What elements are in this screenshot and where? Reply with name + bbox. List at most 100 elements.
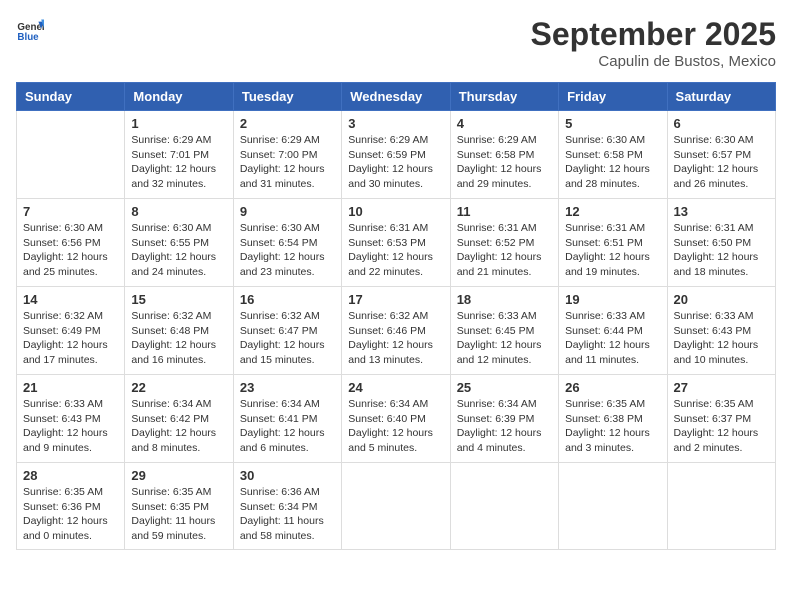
day-number: 6	[674, 116, 769, 131]
day-info: Sunrise: 6:33 AM Sunset: 6:43 PM Dayligh…	[23, 397, 118, 456]
day-info: Sunrise: 6:32 AM Sunset: 6:47 PM Dayligh…	[240, 309, 335, 368]
calendar-cell: 11Sunrise: 6:31 AM Sunset: 6:52 PM Dayli…	[450, 199, 558, 287]
calendar-cell: 26 Sunrise: 6:35 AM Sunset: 6:38 PM Dayli…	[559, 375, 667, 463]
day-info: Sunrise: 6:34 AM Sunset: 6:42 PM Dayligh…	[131, 397, 226, 456]
calendar-week-row: 7Sunrise: 6:30 AM Sunset: 6:56 PM Daylig…	[17, 199, 776, 287]
day-number: 11	[457, 204, 552, 219]
day-number: 30	[240, 468, 335, 483]
calendar-cell: 18Sunrise: 6:33 AM Sunset: 6:45 PM Dayli…	[450, 287, 558, 375]
day-number: 17	[348, 292, 443, 307]
day-number: 23	[240, 380, 335, 395]
col-thursday: Thursday	[450, 83, 558, 111]
calendar-cell: 17Sunrise: 6:32 AM Sunset: 6:46 PM Dayli…	[342, 287, 450, 375]
day-info: Sunrise: 6:30 AM Sunset: 6:55 PM Dayligh…	[131, 221, 226, 280]
calendar-cell: 22 Sunrise: 6:34 AM Sunset: 6:42 PM Dayli…	[125, 375, 233, 463]
page-title: September 2025	[531, 16, 776, 53]
day-info: Sunrise: 6:33 AM Sunset: 6:43 PM Dayligh…	[674, 309, 769, 368]
day-number: 25	[457, 380, 552, 395]
calendar-cell	[17, 111, 125, 199]
calendar-cell: 8 Sunrise: 6:30 AM Sunset: 6:55 PM Daylig…	[125, 199, 233, 287]
calendar-cell: 29 Sunrise: 6:35 AM Sunset: 6:35 PM Dayli…	[125, 463, 233, 550]
svg-text:Blue: Blue	[17, 32, 39, 43]
day-number: 10	[348, 204, 443, 219]
day-info: Sunrise: 6:34 AM Sunset: 6:39 PM Dayligh…	[457, 397, 552, 456]
day-number: 18	[457, 292, 552, 307]
calendar-cell: 7Sunrise: 6:30 AM Sunset: 6:56 PM Daylig…	[17, 199, 125, 287]
day-number: 19	[565, 292, 660, 307]
calendar-cell: 21 Sunrise: 6:33 AM Sunset: 6:43 PM Dayli…	[17, 375, 125, 463]
day-number: 3	[348, 116, 443, 131]
page-subtitle: Capulin de Bustos, Mexico	[531, 53, 776, 70]
calendar-week-row: 28 Sunrise: 6:35 AM Sunset: 6:36 PM Dayli…	[17, 463, 776, 550]
day-info: Sunrise: 6:29 AM Sunset: 7:00 PM Dayligh…	[240, 133, 335, 192]
day-info: Sunrise: 6:30 AM Sunset: 6:58 PM Dayligh…	[565, 133, 660, 192]
day-info: Sunrise: 6:36 AM Sunset: 6:34 PM Dayligh…	[240, 485, 335, 544]
calendar-cell: 20Sunrise: 6:33 AM Sunset: 6:43 PM Dayli…	[667, 287, 775, 375]
day-number: 1	[131, 116, 226, 131]
calendar-week-row: 14 Sunrise: 6:32 AM Sunset: 6:49 PM Dayli…	[17, 287, 776, 375]
calendar-cell: 30 Sunrise: 6:36 AM Sunset: 6:34 PM Dayli…	[233, 463, 341, 550]
logo-icon: General Blue	[16, 16, 44, 44]
calendar-cell: 12Sunrise: 6:31 AM Sunset: 6:51 PM Dayli…	[559, 199, 667, 287]
calendar-cell	[342, 463, 450, 550]
col-wednesday: Wednesday	[342, 83, 450, 111]
day-info: Sunrise: 6:30 AM Sunset: 6:57 PM Dayligh…	[674, 133, 769, 192]
day-number: 21	[23, 380, 118, 395]
calendar-header-row: Sunday Monday Tuesday Wednesday Thursday…	[17, 83, 776, 111]
day-info: Sunrise: 6:31 AM Sunset: 6:50 PM Dayligh…	[674, 221, 769, 280]
day-info: Sunrise: 6:31 AM Sunset: 6:53 PM Dayligh…	[348, 221, 443, 280]
day-number: 8	[131, 204, 226, 219]
calendar-cell: 28 Sunrise: 6:35 AM Sunset: 6:36 PM Dayli…	[17, 463, 125, 550]
day-number: 13	[674, 204, 769, 219]
day-number: 14	[23, 292, 118, 307]
day-number: 29	[131, 468, 226, 483]
day-number: 2	[240, 116, 335, 131]
day-info: Sunrise: 6:29 AM Sunset: 6:59 PM Dayligh…	[348, 133, 443, 192]
calendar-cell: 25 Sunrise: 6:34 AM Sunset: 6:39 PM Dayli…	[450, 375, 558, 463]
day-number: 15	[131, 292, 226, 307]
header: General Blue September 2025 Capulin de B…	[16, 16, 776, 70]
calendar-cell: 5 Sunrise: 6:30 AM Sunset: 6:58 PM Daylig…	[559, 111, 667, 199]
calendar-cell: 1 Sunrise: 6:29 AM Sunset: 7:01 PM Daylig…	[125, 111, 233, 199]
day-info: Sunrise: 6:30 AM Sunset: 6:56 PM Dayligh…	[23, 221, 118, 280]
day-number: 28	[23, 468, 118, 483]
calendar-cell: 10 Sunrise: 6:31 AM Sunset: 6:53 PM Dayli…	[342, 199, 450, 287]
day-info: Sunrise: 6:32 AM Sunset: 6:48 PM Dayligh…	[131, 309, 226, 368]
calendar-cell: 13 Sunrise: 6:31 AM Sunset: 6:50 PM Dayli…	[667, 199, 775, 287]
col-sunday: Sunday	[17, 83, 125, 111]
title-area: September 2025 Capulin de Bustos, Mexico	[531, 16, 776, 70]
day-number: 27	[674, 380, 769, 395]
day-number: 22	[131, 380, 226, 395]
logo: General Blue	[16, 16, 44, 44]
calendar-table: Sunday Monday Tuesday Wednesday Thursday…	[16, 82, 776, 550]
day-info: Sunrise: 6:33 AM Sunset: 6:44 PM Dayligh…	[565, 309, 660, 368]
calendar-cell	[667, 463, 775, 550]
day-info: Sunrise: 6:35 AM Sunset: 6:38 PM Dayligh…	[565, 397, 660, 456]
day-number: 26	[565, 380, 660, 395]
calendar-cell	[450, 463, 558, 550]
calendar-cell: 14 Sunrise: 6:32 AM Sunset: 6:49 PM Dayli…	[17, 287, 125, 375]
day-info: Sunrise: 6:34 AM Sunset: 6:41 PM Dayligh…	[240, 397, 335, 456]
day-number: 5	[565, 116, 660, 131]
calendar-cell: 9Sunrise: 6:30 AM Sunset: 6:54 PM Daylig…	[233, 199, 341, 287]
day-number: 9	[240, 204, 335, 219]
day-info: Sunrise: 6:32 AM Sunset: 6:49 PM Dayligh…	[23, 309, 118, 368]
day-number: 24	[348, 380, 443, 395]
day-info: Sunrise: 6:35 AM Sunset: 6:36 PM Dayligh…	[23, 485, 118, 544]
calendar-cell: 15 Sunrise: 6:32 AM Sunset: 6:48 PM Dayli…	[125, 287, 233, 375]
calendar-cell: 2 Sunrise: 6:29 AM Sunset: 7:00 PM Daylig…	[233, 111, 341, 199]
day-info: Sunrise: 6:29 AM Sunset: 6:58 PM Dayligh…	[457, 133, 552, 192]
day-number: 4	[457, 116, 552, 131]
col-monday: Monday	[125, 83, 233, 111]
calendar-cell: 6 Sunrise: 6:30 AM Sunset: 6:57 PM Daylig…	[667, 111, 775, 199]
calendar-cell	[559, 463, 667, 550]
day-info: Sunrise: 6:29 AM Sunset: 7:01 PM Dayligh…	[131, 133, 226, 192]
calendar-cell: 3 Sunrise: 6:29 AM Sunset: 6:59 PM Daylig…	[342, 111, 450, 199]
calendar-week-row: 1 Sunrise: 6:29 AM Sunset: 7:01 PM Daylig…	[17, 111, 776, 199]
calendar-cell: 24 Sunrise: 6:34 AM Sunset: 6:40 PM Dayli…	[342, 375, 450, 463]
col-saturday: Saturday	[667, 83, 775, 111]
day-info: Sunrise: 6:35 AM Sunset: 6:35 PM Dayligh…	[131, 485, 226, 544]
day-number: 16	[240, 292, 335, 307]
calendar-cell: 27Sunrise: 6:35 AM Sunset: 6:37 PM Dayli…	[667, 375, 775, 463]
day-info: Sunrise: 6:34 AM Sunset: 6:40 PM Dayligh…	[348, 397, 443, 456]
